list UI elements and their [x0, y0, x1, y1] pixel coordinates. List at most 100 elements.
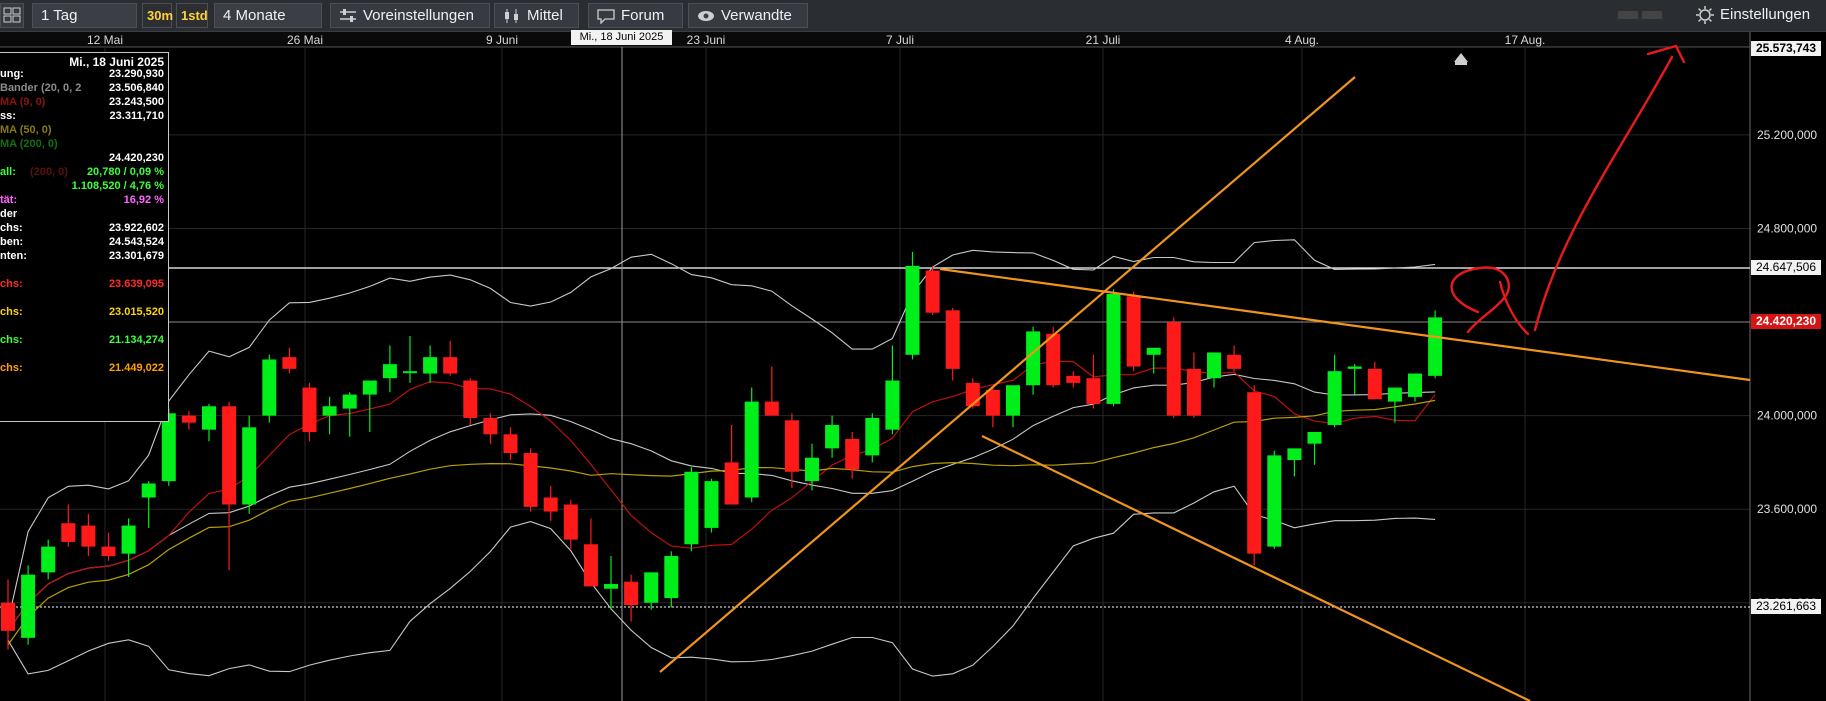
- info-row-label: der: [0, 208, 18, 220]
- gear-icon: [1696, 6, 1714, 25]
- sliders-icon: [340, 9, 356, 23]
- settings-label: Einstellungen: [1720, 6, 1811, 23]
- candle-up: [262, 354, 277, 423]
- candle-up: [704, 478, 719, 533]
- support-price-label: 23.261,663: [1751, 599, 1821, 614]
- candle-up: [1428, 310, 1443, 379]
- indicator-label: Mittel: [527, 7, 563, 24]
- info-row-value: 23.922,602: [108, 222, 164, 234]
- chat-icon: [597, 8, 615, 24]
- interval-30m-button[interactable]: 30m: [142, 3, 173, 28]
- info-row-value: 24.420,230: [108, 152, 164, 164]
- info-row: 1.108,520 / 4,76 %: [0, 180, 166, 195]
- presets-label: Voreinstellungen: [363, 7, 474, 24]
- grid-icon: [3, 7, 21, 23]
- price-tick-label: 25.200,000: [1757, 128, 1817, 142]
- info-row-value: 23.243,500: [108, 96, 164, 108]
- candle-up: [684, 467, 699, 552]
- info-row-value: 23.311,710: [109, 110, 164, 122]
- maximize-tab[interactable]: [1642, 11, 1663, 19]
- info-row: MA (200, 0): [0, 138, 166, 153]
- interval-1std-button[interactable]: 1std: [176, 3, 208, 28]
- candle-up: [744, 387, 759, 503]
- time-label: 7 Juli: [886, 33, 914, 47]
- layout-grid-button[interactable]: [0, 3, 24, 28]
- info-row-label: chs:: [0, 362, 23, 374]
- info-row-value: 23.506,840: [108, 82, 164, 94]
- info-row: chs: 21.134,274: [0, 334, 166, 349]
- window-controls: [1618, 3, 1692, 28]
- related-label: Verwandte: [721, 7, 792, 24]
- time-label: 9 Juni: [486, 33, 518, 47]
- candle-up: [1267, 450, 1282, 549]
- price-tick-label: 24.800,000: [1757, 221, 1817, 235]
- info-row: MA (9, 0) 23.243,500: [0, 96, 166, 111]
- info-row: all: 20,780 / 0,09 % (200, 0): [0, 166, 166, 181]
- info-row-label: MA (50, 0): [0, 124, 52, 136]
- presets-button[interactable]: Voreinstellungen: [330, 3, 490, 28]
- info-row: nten: 23.301,679: [0, 250, 166, 265]
- candles-icon: [505, 9, 518, 24]
- info-row: 24.420,230: [0, 152, 166, 167]
- forum-label: Forum: [621, 7, 665, 24]
- info-row: der: [0, 208, 166, 223]
- time-label: 23 Juni: [687, 33, 726, 47]
- crosshair-date-label: Mi., 18 Juni 2025: [571, 30, 672, 45]
- info-row: chs: 23.922,602: [0, 222, 166, 237]
- price-chart[interactable]: 12 Mai 26 Mai 9 Juni 23 Juni 7 Juli 21 Juli 4 …: [0, 32, 1826, 701]
- info-row: Bander (20, 0, 2 23.506,840: [0, 82, 166, 97]
- info-row: chs: 23.015,520: [0, 306, 166, 321]
- indicator-button[interactable]: Mittel: [494, 3, 579, 28]
- info-row-value: 23.301,679: [108, 250, 164, 262]
- info-row-label: ben:: [0, 236, 24, 248]
- candle-up: [21, 565, 36, 645]
- info-row-extra: (200, 0): [30, 166, 68, 178]
- info-row-label: all:: [0, 166, 16, 178]
- info-row-label: MA (9, 0): [0, 96, 46, 108]
- info-row-label: ss:: [0, 110, 16, 122]
- minimize-tab[interactable]: [1618, 11, 1638, 19]
- info-row: MA (50, 0): [0, 124, 166, 139]
- time-label: 4 Aug.: [1285, 33, 1319, 47]
- candle-down: [463, 378, 478, 425]
- toolbar: 1 Tag 30m 1std 4 Monate Voreinstellungen…: [0, 0, 1826, 32]
- info-row: chs: 23.639,095: [0, 278, 166, 293]
- info-row-value: 20,780 / 0,09 %: [86, 166, 164, 178]
- info-row-value: 16,92 %: [123, 194, 164, 206]
- candle-down: [1247, 385, 1262, 566]
- info-row-label: chs:: [0, 334, 23, 346]
- info-row: tät: 16,92 %: [0, 194, 166, 209]
- info-row-value: 24.543,524: [108, 236, 164, 248]
- info-row-label: chs:: [0, 222, 23, 234]
- candle-up: [865, 413, 880, 463]
- time-label: 26 Mai: [287, 33, 323, 47]
- info-row-label: nten:: [0, 250, 27, 262]
- info-row: ben: 24.543,524: [0, 236, 166, 251]
- related-button[interactable]: Verwandte: [688, 3, 808, 28]
- settings-button[interactable]: Einstellungen: [1688, 3, 1822, 28]
- info-row-label: Bander (20, 0, 2: [0, 82, 82, 94]
- info-row: ung: 23.290,930: [0, 68, 166, 83]
- info-row-label: chs:: [0, 306, 23, 318]
- forum-button[interactable]: Forum: [588, 3, 683, 28]
- info-row-value: 1.108,520 / 4,76 %: [71, 180, 164, 192]
- candle-up: [1106, 289, 1121, 407]
- price-tick-label: 23.600,000: [1757, 502, 1817, 516]
- info-row-label: MA (200, 0): [0, 138, 58, 150]
- price-tick-label: 24.000,000: [1757, 409, 1817, 423]
- info-row-value: 23.015,520: [108, 306, 164, 318]
- candle-down: [523, 448, 538, 512]
- range-button[interactable]: 4 Monate: [214, 3, 322, 28]
- candle-up: [242, 415, 257, 514]
- candle-up: [1026, 326, 1041, 395]
- info-row-label: ung:: [0, 68, 24, 80]
- time-label: 12 Mai: [87, 33, 123, 47]
- info-row-label: chs:: [0, 278, 23, 290]
- info-row: ss: 23.311,710: [0, 110, 166, 125]
- period-button[interactable]: 1 Tag: [32, 3, 137, 28]
- top-price-label: 25.573,743: [1751, 41, 1821, 56]
- time-label: 17 Aug.: [1505, 33, 1546, 47]
- candle-down: [1126, 291, 1141, 372]
- info-panel: Mi., 18 Juni 2025 ung: 23.290,930 Bander (…: [0, 52, 169, 422]
- info-row-value: 23.639,095: [108, 278, 164, 290]
